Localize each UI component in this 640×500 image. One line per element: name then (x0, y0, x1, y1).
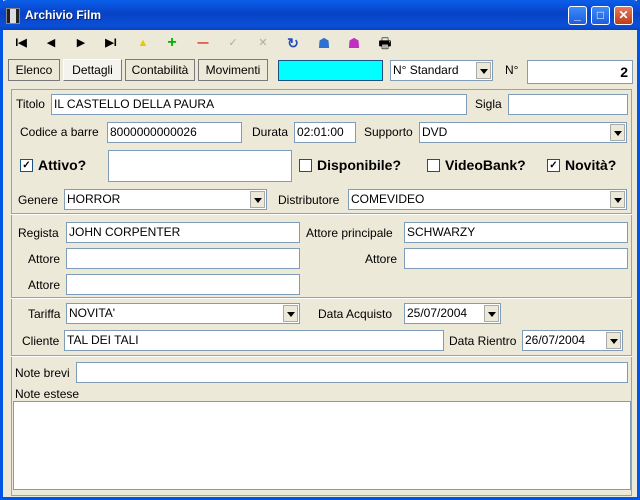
attore-label-2: Attore (365, 252, 398, 266)
title-bar[interactable]: Archivio Film _ □ ✕ (0, 0, 640, 30)
videobank-checkbox[interactable] (427, 159, 440, 172)
distributore-value: COMEVIDEO (351, 192, 425, 206)
next-record-icon[interactable]: ▶ (70, 34, 92, 52)
print-icon[interactable]: 🖶 (374, 34, 396, 52)
barcode-field[interactable]: 8000000000026 (107, 122, 242, 143)
first-record-icon[interactable]: I◀ (10, 34, 32, 52)
titolo-label: Titolo (16, 97, 45, 111)
cliente-field[interactable]: TAL DEI TALI (64, 330, 444, 351)
attore-label-1: Attore (28, 252, 61, 266)
barcode-label: Codice a barre (20, 125, 99, 139)
attore-field-3[interactable] (66, 274, 300, 295)
note-brevi-field[interactable] (76, 362, 628, 383)
chevron-down-icon[interactable] (484, 305, 499, 322)
previous-record-icon[interactable]: ◀ (40, 34, 62, 52)
videobank-label: VideoBank? (445, 157, 526, 173)
cancel-edit-icon[interactable]: ✕ (252, 34, 274, 52)
novita-checkbox[interactable]: ✓ (547, 159, 560, 172)
divider (11, 355, 632, 357)
close-button[interactable]: ✕ (614, 6, 633, 25)
record-number-field[interactable]: 2 (527, 60, 633, 84)
regista-field[interactable]: JOHN CORPENTER (66, 222, 300, 243)
sigla-field[interactable] (508, 94, 628, 115)
film-icon (6, 8, 20, 24)
distributore-label: Distributore (278, 193, 340, 207)
data-rientro-picker[interactable]: 26/07/2004 (522, 330, 623, 351)
attore-principale-label: Attore principale (306, 226, 393, 240)
genere-value: HORROR (67, 192, 121, 206)
durata-field[interactable]: 02:01:00 (294, 122, 356, 143)
disponibile-label: Disponibile? (317, 157, 401, 173)
last-record-icon[interactable]: ▶I (100, 34, 122, 52)
tab-movimenti[interactable]: Movimenti (198, 59, 268, 81)
data-rientro-label: Data Rientro (449, 334, 517, 348)
divider (11, 213, 632, 215)
tab-contabilita[interactable]: Contabilità (125, 59, 195, 81)
novita-label: Novità? (565, 157, 617, 173)
note-estese-label: Note estese (15, 387, 80, 401)
window-title: Archivio Film (25, 8, 102, 22)
disponibile-checkbox[interactable] (299, 159, 312, 172)
genere-select[interactable]: HORROR (64, 189, 267, 210)
tariffa-value: NOVITA' (69, 306, 116, 320)
sigla-label: Sigla (475, 97, 502, 111)
refresh-icon[interactable]: ↻ (282, 34, 304, 52)
tariffa-select[interactable]: NOVITA' (66, 303, 300, 324)
durata-label: Durata (252, 125, 289, 139)
supporto-value: DVD (422, 125, 448, 139)
supporto-label: Supporto (364, 125, 413, 139)
attivo-note-field[interactable] (108, 150, 292, 182)
supporto-select[interactable]: DVD (419, 122, 627, 143)
mark-up-icon[interactable]: ▲ (132, 34, 154, 52)
add-record-icon[interactable]: + (161, 34, 183, 52)
divider (11, 297, 632, 299)
chevron-down-icon[interactable] (476, 62, 491, 79)
data-acquisto-value: 25/07/2004 (407, 306, 468, 320)
attivo-label: Attivo? (38, 157, 87, 173)
tab-dettagli[interactable]: Dettagli (63, 59, 122, 81)
regista-label: Regista (18, 226, 59, 240)
data-rientro-value: 26/07/2004 (525, 333, 586, 347)
data-acquisto-label: Data Acquisto (318, 307, 393, 321)
cliente-label: Cliente (22, 334, 60, 348)
confirm-icon[interactable]: ✓ (222, 34, 244, 52)
minimize-button[interactable]: _ (568, 6, 587, 25)
attivo-checkbox[interactable]: ✓ (20, 159, 33, 172)
number-label: N° (505, 63, 519, 77)
chevron-down-icon[interactable] (610, 191, 625, 208)
numbering-select-value: N° Standard (393, 63, 459, 77)
tab-elenco[interactable]: Elenco (8, 59, 60, 81)
delete-record-icon[interactable]: — (192, 34, 214, 52)
numbering-select[interactable]: N° Standard (390, 60, 493, 81)
titolo-field[interactable]: IL CASTELLO DELLA PAURA (51, 94, 467, 115)
distributore-select[interactable]: COMEVIDEO (348, 189, 627, 210)
genere-label: Genere (18, 193, 59, 207)
attore-principale-field[interactable]: SCHWARZY (404, 222, 628, 243)
quick-search-input[interactable] (278, 60, 383, 81)
chevron-down-icon[interactable] (610, 124, 625, 141)
search-icon[interactable]: ☗ (313, 34, 335, 52)
attore-label-3: Attore (28, 278, 61, 292)
attore-field-1[interactable] (66, 248, 300, 269)
maximize-button[interactable]: □ (591, 6, 610, 25)
archivio-film-window: Archivio Film _ □ ✕ I◀ ◀ ▶ ▶I ▲ + — ✓ ✕ … (0, 0, 640, 500)
chevron-down-icon[interactable] (250, 191, 265, 208)
chevron-down-icon[interactable] (606, 332, 621, 349)
data-acquisto-picker[interactable]: 25/07/2004 (404, 303, 501, 324)
attore-field-2[interactable] (404, 248, 628, 269)
tariffa-label: Tariffa (28, 307, 61, 321)
note-brevi-label: Note brevi (15, 366, 70, 380)
chevron-down-icon[interactable] (283, 305, 298, 322)
filter-icon[interactable]: ☗ (343, 34, 365, 52)
note-estese-field[interactable] (13, 401, 631, 490)
